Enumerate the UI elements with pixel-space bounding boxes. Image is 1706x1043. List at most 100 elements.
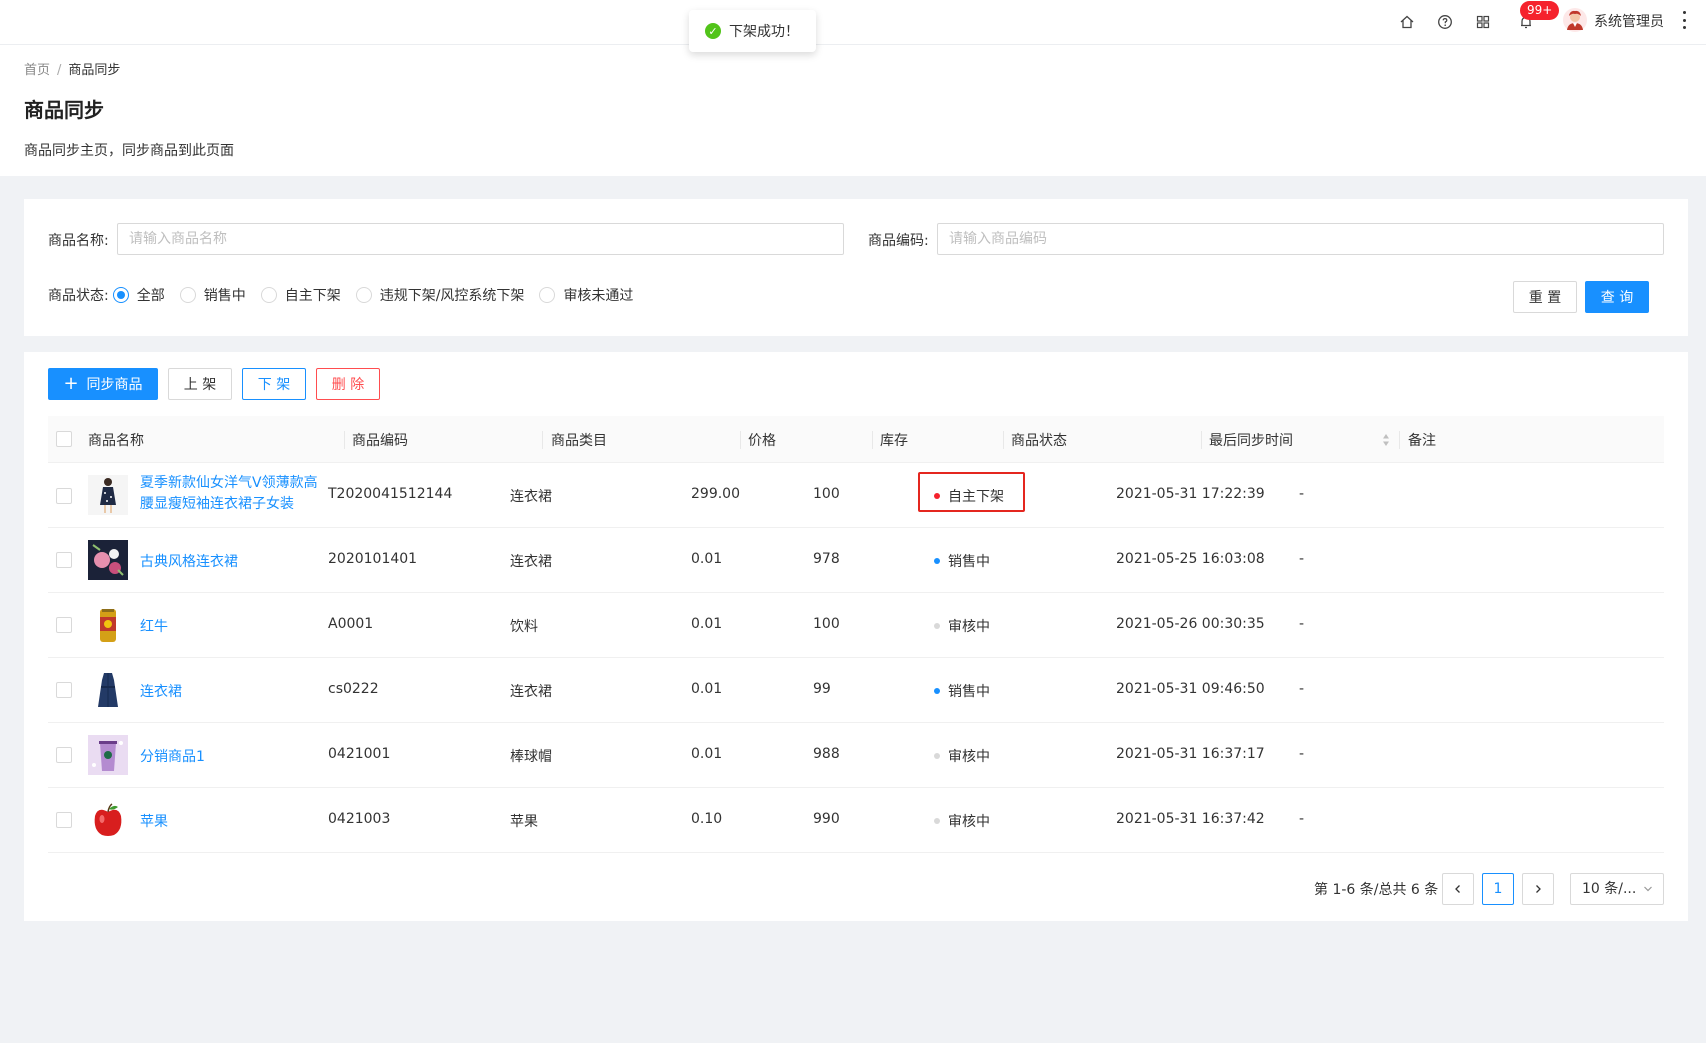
avatar[interactable]: [1563, 8, 1587, 32]
search-button[interactable]: 查 询: [1585, 281, 1649, 313]
table-row: 古典风格连衣裙 2020101401 连衣裙 0.01 978 销售中 2021…: [48, 528, 1664, 593]
radio-self-offshelf[interactable]: 自主下架: [260, 285, 341, 305]
radio-all[interactable]: 全部: [112, 285, 165, 305]
offshelf-button[interactable]: 下 架: [242, 368, 306, 400]
success-toast: ✓ 下架成功！: [689, 10, 816, 52]
delete-button[interactable]: 删 除: [316, 368, 380, 400]
product-price: 0.10: [691, 811, 723, 827]
page-1-button[interactable]: 1: [1482, 873, 1514, 905]
product-name-link[interactable]: 分销商品1: [140, 746, 205, 766]
radio-on-sale[interactable]: 销售中: [179, 285, 246, 305]
prev-page-button[interactable]: [1442, 873, 1474, 905]
username[interactable]: 系统管理员: [1594, 11, 1664, 31]
col-category: 商品类目: [551, 433, 607, 449]
column-divider: [344, 431, 345, 449]
col-price: 价格: [748, 433, 776, 449]
column-divider: [1399, 431, 1400, 449]
filter-panel: 商品名称: 请输入商品名称 商品编码: 请输入商品编码 商品状态: 全部 销售中…: [24, 199, 1688, 336]
col-stock: 库存: [880, 433, 908, 449]
product-category: 连衣裙: [510, 684, 552, 700]
dress-photo: [88, 475, 128, 515]
col-code: 商品编码: [352, 433, 408, 449]
table-row: 苹果 0421003 苹果 0.10 990 审核中 2021-05-31 16…: [48, 788, 1664, 853]
coffee-cup-photo: [88, 735, 128, 775]
sort-icon[interactable]: [1382, 433, 1390, 447]
sync-products-button[interactable]: + 同步商品: [48, 368, 158, 400]
onshelf-button[interactable]: 上 架: [168, 368, 232, 400]
product-code: A0001: [328, 616, 374, 632]
product-stock: 100: [813, 486, 840, 502]
product-code: T2020041512144: [328, 486, 453, 502]
product-code: 0421003: [328, 811, 391, 827]
pagination-summary: 第 1-6 条/总共 6 条: [1314, 882, 1439, 898]
product-name-link[interactable]: 夏季新款仙女洋气V领薄款高 腰显瘦短袖连衣裙子女装: [140, 473, 318, 515]
row-checkbox[interactable]: [56, 488, 72, 504]
sync-time: 2021-05-25 16:03:08: [1116, 551, 1265, 567]
status-badge: 销售中: [934, 551, 990, 571]
product-stock: 978: [813, 551, 840, 567]
radio-review-failed[interactable]: 审核未通过: [539, 285, 633, 305]
product-code: 0421001: [328, 746, 391, 762]
reset-button[interactable]: 重 置: [1513, 281, 1577, 313]
help-icon[interactable]: [1435, 12, 1455, 32]
page-description: 商品同步主页，同步商品到此页面: [24, 143, 234, 159]
product-price: 0.01: [691, 681, 723, 697]
col-remark: 备注: [1408, 433, 1436, 449]
product-stock: 990: [813, 811, 840, 827]
notification-badge: 99+: [1520, 1, 1560, 20]
sync-time: 2021-05-31 16:37:42: [1116, 811, 1265, 827]
product-name-input[interactable]: 请输入商品名称: [117, 223, 844, 255]
product-stock: 99: [813, 681, 831, 697]
row-checkbox[interactable]: [56, 747, 72, 763]
row-checkbox[interactable]: [56, 552, 72, 568]
breadcrumb: 首页 / 商品同步: [24, 59, 120, 78]
row-checkbox[interactable]: [56, 812, 72, 828]
remark: -: [1299, 551, 1305, 567]
select-all-checkbox[interactable]: [56, 431, 72, 447]
product-code-input[interactable]: 请输入商品编码: [937, 223, 1664, 255]
col-sync-time[interactable]: 最后同步时间: [1209, 430, 1293, 450]
table-row: 夏季新款仙女洋气V领薄款高 腰显瘦短袖连衣裙子女装 T2020041512144…: [48, 463, 1664, 528]
top-navbar: 99+ 系统管理员: [0, 0, 1706, 45]
home-icon[interactable]: [1397, 12, 1417, 32]
product-price: 0.01: [691, 616, 723, 632]
product-category: 棒球帽: [510, 749, 552, 765]
product-name-link[interactable]: 苹果: [140, 811, 168, 831]
product-price: 0.01: [691, 746, 723, 762]
more-icon[interactable]: [1681, 11, 1687, 29]
status-badge: 销售中: [934, 681, 990, 701]
column-divider: [740, 431, 741, 449]
sync-time: 2021-05-31 16:37:17: [1116, 746, 1265, 762]
radio-violation-offshelf[interactable]: 违规下架/风控系统下架: [355, 285, 524, 305]
plus-icon: +: [63, 373, 79, 394]
product-category: 饮料: [510, 619, 538, 635]
status-badge: 审核中: [934, 811, 990, 831]
page-size-select[interactable]: 10 条/...: [1570, 873, 1664, 905]
product-name-link[interactable]: 古典风格连衣裙: [140, 551, 238, 571]
remark: -: [1299, 486, 1305, 502]
column-divider: [872, 431, 873, 449]
chevron-left-icon: [1455, 885, 1460, 893]
remark: -: [1299, 811, 1305, 827]
sync-time: 2021-05-31 17:22:39: [1116, 486, 1265, 502]
page-header: 首页 / 商品同步 商品同步 商品同步主页，同步商品到此页面: [0, 45, 1706, 176]
apple-photo: [88, 800, 128, 840]
product-name-link[interactable]: 红牛: [140, 616, 168, 636]
apps-icon[interactable]: [1473, 12, 1493, 32]
col-status: 商品状态: [1011, 433, 1067, 449]
product-stock: 100: [813, 616, 840, 632]
status-badge: 审核中: [934, 616, 990, 636]
product-category: 连衣裙: [510, 489, 552, 505]
row-checkbox[interactable]: [56, 617, 72, 633]
energy-drink-photo: [88, 605, 128, 645]
product-name-link[interactable]: 连衣裙: [140, 681, 182, 701]
next-page-button[interactable]: [1522, 873, 1554, 905]
table-row: 连衣裙 cs0222 连衣裙 0.01 99 销售中 2021-05-31 09…: [48, 658, 1664, 723]
chevron-down-icon: [1643, 874, 1653, 915]
table-row: 红牛 A0001 饮料 0.01 100 审核中 2021-05-26 00:3…: [48, 593, 1664, 658]
remark: -: [1299, 681, 1305, 697]
row-checkbox[interactable]: [56, 682, 72, 698]
product-category: 苹果: [510, 814, 538, 830]
breadcrumb-home[interactable]: 首页: [24, 63, 50, 78]
column-divider: [1003, 431, 1004, 449]
